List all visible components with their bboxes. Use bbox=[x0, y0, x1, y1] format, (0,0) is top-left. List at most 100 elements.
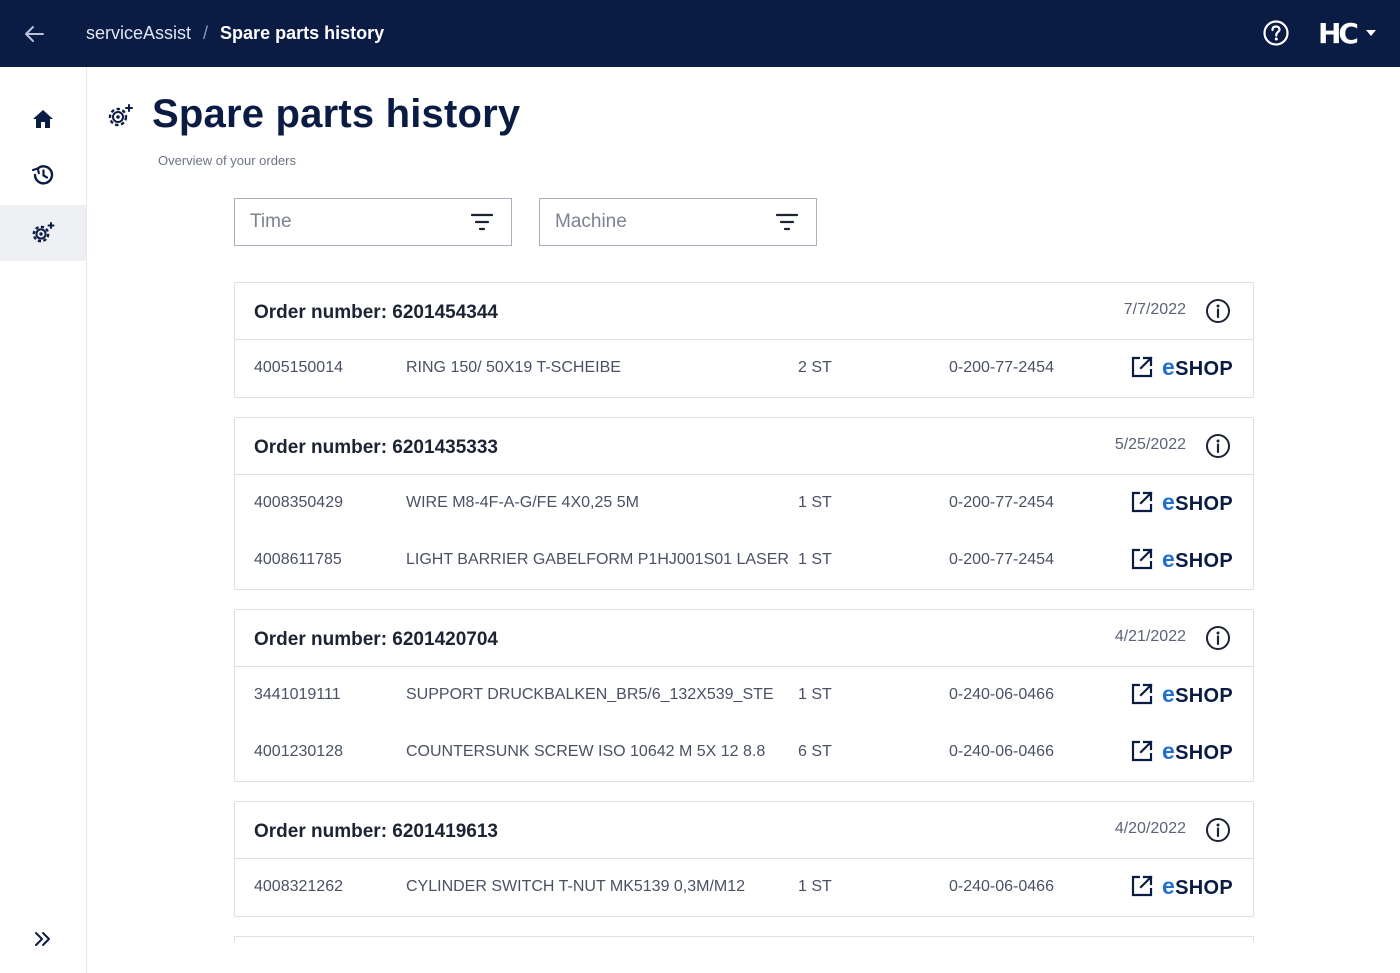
order-card: Order number: 6201454344 7/7/2022 40051500… bbox=[234, 282, 1254, 398]
order-item-row: 4001230128 COUNTERSUNK SCREW ISO 10642 M … bbox=[235, 724, 1253, 781]
eshop-label: eSHOP bbox=[1162, 681, 1233, 708]
external-link-icon bbox=[1131, 740, 1153, 762]
eshop-label-text: SHOP bbox=[1175, 876, 1233, 899]
order-card: Order number: 6201420704 4/21/2022 3441019… bbox=[234, 609, 1254, 782]
external-link-icon bbox=[1131, 875, 1153, 897]
order-date: 7/7/2022 bbox=[1123, 301, 1186, 318]
info-icon[interactable] bbox=[1205, 298, 1231, 324]
page-title: Spare parts history bbox=[152, 92, 521, 136]
order-card: Order number: 6201419613 4/20/2022 4008321… bbox=[234, 801, 1254, 917]
eshop-label-text: SHOP bbox=[1175, 741, 1233, 764]
eshop-label: eSHOP bbox=[1162, 546, 1233, 573]
part-description: LIGHT BARRIER GABELFORM P1HJ001S01 LASER bbox=[406, 551, 789, 568]
eshop-label-prefix: e bbox=[1162, 545, 1176, 572]
order-header: Order number: 6201454344 7/7/2022 bbox=[235, 283, 1253, 340]
brand-logo: HC bbox=[1318, 16, 1359, 50]
quantity: 6 ST bbox=[798, 743, 832, 760]
order-number: Order number: 6201435333 bbox=[254, 437, 498, 458]
double-chevron-right-icon bbox=[35, 932, 50, 946]
external-link-icon bbox=[1131, 683, 1153, 705]
quantity: 1 ST bbox=[798, 494, 832, 511]
info-icon[interactable] bbox=[1205, 625, 1231, 651]
sidebar-item-history[interactable] bbox=[0, 147, 86, 203]
info-icon[interactable] bbox=[1205, 817, 1231, 843]
breadcrumb-current: Spare parts history bbox=[220, 23, 385, 43]
machine-filter-label: Machine bbox=[555, 211, 627, 232]
machine-filter[interactable]: Machine bbox=[539, 198, 817, 246]
order-date: 4/20/2022 bbox=[1114, 820, 1186, 837]
sidebar-expand-button[interactable] bbox=[27, 923, 59, 955]
eshop-link[interactable]: eSHOP bbox=[1130, 354, 1233, 380]
part-number: 4008611785 bbox=[254, 551, 342, 568]
external-link-icon bbox=[1131, 548, 1153, 570]
time-filter[interactable]: Time bbox=[234, 198, 512, 246]
filter-icon bbox=[471, 213, 493, 231]
eshop-label-text: SHOP bbox=[1175, 492, 1233, 515]
caret-down-icon bbox=[1365, 30, 1376, 36]
spare-parts-gear-icon bbox=[108, 104, 133, 127]
machine-number: 0-200-77-2454 bbox=[949, 359, 1054, 376]
order-number: Order number: 6201420704 bbox=[254, 629, 498, 650]
part-description: WIRE M8-4F-A-G/FE 4X0,25 5M bbox=[406, 494, 639, 511]
eshop-label: eSHOP bbox=[1162, 738, 1233, 765]
breadcrumb-app-link[interactable]: serviceAssist bbox=[86, 23, 191, 44]
order-header: Order number: 6201420704 4/21/2022 bbox=[235, 610, 1253, 667]
order-number: Order number: 6201419613 bbox=[254, 821, 498, 842]
eshop-label-prefix: e bbox=[1162, 872, 1176, 899]
filter-icon bbox=[776, 213, 798, 231]
eshop-link[interactable]: eSHOP bbox=[1130, 546, 1233, 572]
help-button[interactable] bbox=[1262, 19, 1290, 47]
home-icon bbox=[33, 110, 53, 128]
quantity: 1 ST bbox=[798, 878, 832, 895]
back-button[interactable] bbox=[18, 18, 50, 50]
machine-number: 0-240-06-0466 bbox=[949, 686, 1054, 703]
info-icon[interactable] bbox=[1205, 433, 1231, 459]
breadcrumb: serviceAssist / Spare parts history bbox=[86, 0, 384, 67]
external-link-icon bbox=[1131, 491, 1153, 513]
eshop-label-prefix: e bbox=[1162, 680, 1176, 707]
history-icon bbox=[31, 165, 54, 185]
eshop-label-text: SHOP bbox=[1175, 549, 1233, 572]
eshop-label-text: SHOP bbox=[1175, 357, 1233, 380]
eshop-link[interactable]: eSHOP bbox=[1130, 738, 1233, 764]
eshop-label-prefix: e bbox=[1162, 737, 1176, 764]
order-card-partial bbox=[234, 936, 1254, 942]
eshop-link[interactable]: eSHOP bbox=[1130, 489, 1233, 515]
quantity: 1 ST bbox=[798, 686, 832, 703]
eshop-label-text: SHOP bbox=[1175, 684, 1233, 707]
external-link-icon bbox=[1131, 356, 1153, 378]
order-item-row: 4005150014 RING 150/ 50X19 T-SCHEIBE 2 ST 0… bbox=[235, 340, 1253, 397]
part-description: RING 150/ 50X19 T-SCHEIBE bbox=[406, 359, 621, 376]
eshop-label-prefix: e bbox=[1162, 353, 1176, 380]
quantity: 2 ST bbox=[798, 359, 832, 376]
brand-menu[interactable]: HC bbox=[1318, 16, 1376, 50]
sidebar-item-spare-parts[interactable] bbox=[0, 205, 86, 261]
part-number: 4005150014 bbox=[254, 359, 343, 376]
quantity: 1 ST bbox=[798, 551, 832, 568]
machine-number: 0-200-77-2454 bbox=[949, 551, 1054, 568]
part-number: 3441019111 bbox=[254, 686, 341, 703]
breadcrumb-separator: / bbox=[203, 23, 209, 43]
order-header: Order number: 6201435333 5/25/2022 bbox=[235, 418, 1253, 475]
page-subtitle: Overview of your orders bbox=[158, 153, 296, 168]
eshop-label-prefix: e bbox=[1162, 488, 1176, 515]
eshop-label: eSHOP bbox=[1162, 873, 1233, 900]
sidebar bbox=[0, 67, 87, 973]
order-date: 5/25/2022 bbox=[1114, 436, 1186, 453]
order-date: 4/21/2022 bbox=[1114, 628, 1186, 645]
sidebar-item-home[interactable] bbox=[0, 91, 86, 147]
part-number: 4008321262 bbox=[254, 878, 343, 895]
gear-icon bbox=[32, 222, 55, 243]
part-number: 4008350429 bbox=[254, 494, 343, 511]
top-bar: serviceAssist / Spare parts history HC bbox=[0, 0, 1400, 67]
order-card: Order number: 6201435333 5/25/2022 4008350… bbox=[234, 417, 1254, 590]
eshop-link[interactable]: eSHOP bbox=[1130, 681, 1233, 707]
eshop-link[interactable]: eSHOP bbox=[1130, 873, 1233, 899]
order-number: Order number: 6201454344 bbox=[254, 302, 498, 323]
part-description: SUPPORT DRUCKBALKEN_BR5/6_132X539_STE bbox=[406, 686, 774, 703]
time-filter-label: Time bbox=[250, 211, 292, 232]
order-item-row: 4008321262 CYLINDER SWITCH T-NUT MK5139 0… bbox=[235, 859, 1253, 916]
part-description: CYLINDER SWITCH T-NUT MK5139 0,3M/M12 bbox=[406, 878, 746, 895]
part-description: COUNTERSUNK SCREW ISO 10642 M 5X 12 8.8 bbox=[406, 743, 766, 760]
arrow-left-icon bbox=[25, 26, 44, 42]
